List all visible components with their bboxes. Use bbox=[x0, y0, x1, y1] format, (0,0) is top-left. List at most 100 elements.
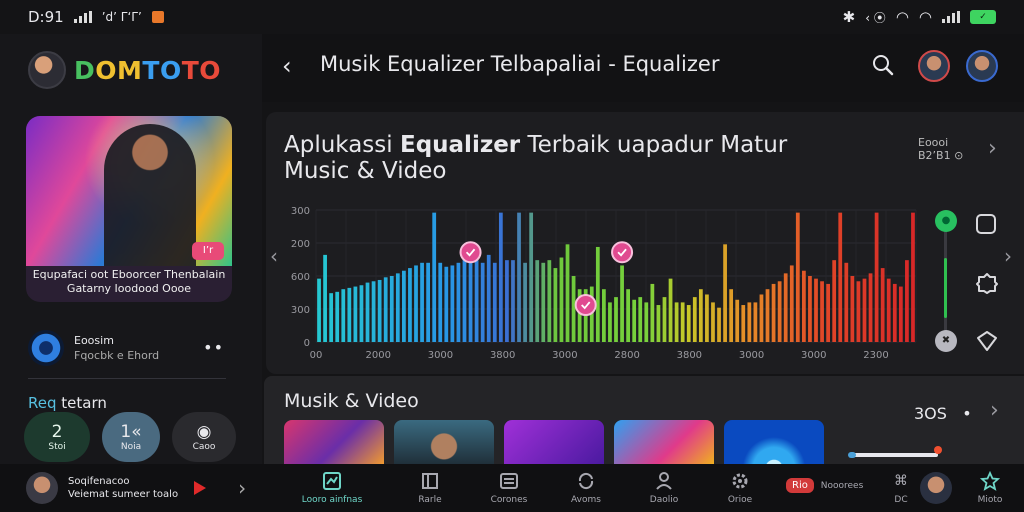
eq-bar bbox=[395, 273, 400, 342]
eq-bar bbox=[432, 212, 437, 342]
eq-bar bbox=[874, 212, 879, 342]
eq-bar bbox=[347, 287, 352, 342]
eq-bar bbox=[838, 212, 843, 342]
chevron-right-icon-3[interactable]: › bbox=[990, 398, 999, 423]
next-icon[interactable]: › bbox=[238, 476, 246, 500]
eq-bar bbox=[862, 278, 867, 342]
nav-item-daolio[interactable]: Daolio bbox=[624, 470, 704, 505]
track-subtitle: Fqocbk e Ehord bbox=[74, 349, 160, 362]
user-avatar-2[interactable] bbox=[966, 50, 998, 82]
featured-card[interactable]: I’r Equpafaci oot Eboorcer Thenbalain Ga… bbox=[26, 116, 232, 302]
eq-bar bbox=[662, 297, 667, 342]
eq-bar bbox=[844, 262, 849, 342]
x-tick-label: 2000 bbox=[365, 350, 390, 361]
back-arrow-icon[interactable]: ‹ bbox=[282, 54, 302, 78]
square-icon[interactable] bbox=[976, 214, 996, 234]
media-thumbnail[interactable] bbox=[724, 420, 824, 464]
brand-avatar bbox=[28, 51, 66, 89]
requests-label: Req tetarn bbox=[28, 394, 107, 412]
eq-bar bbox=[365, 282, 370, 342]
eq-bar bbox=[595, 246, 600, 342]
eq-bar bbox=[777, 281, 782, 342]
play-icon[interactable] bbox=[194, 481, 207, 495]
x-tick-label: 3800 bbox=[490, 350, 515, 361]
media-thumbnail[interactable] bbox=[614, 420, 714, 464]
side-stat: Eoooi B2’B1 ⊙ bbox=[918, 136, 964, 162]
eq-bar bbox=[698, 289, 703, 342]
eq-bar bbox=[541, 262, 546, 342]
status-right-glyphs: ‹ ⦿ bbox=[865, 10, 886, 25]
eq-bar bbox=[377, 279, 382, 342]
repeat-icon bbox=[578, 472, 594, 490]
x-tick-label: 2800 bbox=[614, 350, 639, 361]
eq-bar bbox=[389, 276, 394, 342]
status-glyphs: ’d’ Γ‘Γ’ bbox=[101, 10, 142, 24]
list-icon bbox=[500, 473, 518, 489]
eq-bar bbox=[741, 305, 746, 342]
stat-pill[interactable]: 1« Noia bbox=[102, 412, 160, 462]
slider-knob-top[interactable]: ● bbox=[935, 210, 957, 232]
bluetooth-icon: ✱ bbox=[842, 8, 856, 26]
chevron-right-icon-2[interactable]: › bbox=[1004, 244, 1012, 268]
nav-item-orioe[interactable]: Orioe bbox=[700, 470, 780, 505]
eq-bar bbox=[674, 302, 679, 342]
signal-icon bbox=[73, 11, 92, 23]
track-item[interactable]: Eoosim Fqocbk e Ehord •• bbox=[28, 330, 228, 366]
eq-bar bbox=[559, 257, 564, 342]
eq-bar bbox=[820, 281, 824, 342]
brand[interactable]: DOMTOTO bbox=[28, 51, 221, 89]
nav-item-home[interactable]: Looro ainfnas bbox=[292, 470, 372, 505]
slider-knob-bottom[interactable]: ✖ bbox=[935, 330, 957, 352]
eq-bar bbox=[680, 302, 685, 342]
settings-icon[interactable] bbox=[976, 272, 998, 294]
nav-item-rarle[interactable]: Rarle bbox=[390, 470, 470, 505]
eq-bar bbox=[408, 268, 412, 342]
now-playing-avatar bbox=[26, 472, 58, 504]
eq-bar bbox=[771, 283, 776, 342]
x-tick-label: 3000 bbox=[552, 350, 577, 361]
progress-slider-knob[interactable] bbox=[934, 446, 942, 454]
eq-bar bbox=[547, 260, 552, 342]
x-tick-label: 3000 bbox=[428, 350, 453, 361]
eq-bar bbox=[498, 212, 503, 342]
section-title: Musik & Video bbox=[284, 390, 419, 412]
eq-bar bbox=[723, 244, 727, 342]
eq-bar bbox=[905, 260, 909, 342]
nav-item-corones[interactable]: Corones bbox=[469, 470, 549, 505]
progress-slider[interactable] bbox=[850, 453, 938, 457]
media-thumbnail[interactable] bbox=[504, 420, 604, 464]
now-playing[interactable]: Soqifenacoo Veiemat sumeer toalo › bbox=[26, 472, 246, 504]
bottom-nav: Soqifenacoo Veiemat sumeer toalo › Looro… bbox=[0, 464, 1024, 512]
wifi-icon-2: ◠ bbox=[918, 8, 932, 26]
eq-bar bbox=[802, 270, 806, 342]
nav-item-mioto[interactable]: Mioto bbox=[950, 470, 1024, 505]
stat-pill[interactable]: 2 Stoi bbox=[24, 412, 90, 462]
user-avatar[interactable] bbox=[918, 50, 950, 82]
vertical-slider[interactable]: ● ✖ bbox=[935, 210, 957, 352]
media-thumbnail[interactable] bbox=[284, 420, 384, 464]
eq-bar bbox=[686, 305, 691, 342]
more-icon[interactable]: •• bbox=[203, 338, 224, 357]
status-bar: D:91 ’d’ Γ‘Γ’ ✱ ‹ ⦿ ◠ ◠ ✓ bbox=[0, 0, 1024, 34]
chevron-right-icon[interactable]: › bbox=[988, 136, 997, 161]
media-thumbnail[interactable] bbox=[394, 420, 494, 464]
panel-title: Aplukassi Equalizer Terbaik uapadur Matu… bbox=[284, 132, 788, 184]
featured-caption: Equpafaci oot Eboorcer Thenbalain Gatarn… bbox=[32, 268, 226, 295]
eq-bar bbox=[753, 302, 758, 342]
now-playing-subtitle: Veiemat sumeer toalo bbox=[68, 489, 179, 500]
stat-pill[interactable]: ◉ Caoo bbox=[172, 412, 236, 462]
x-tick-label: 3000 bbox=[801, 350, 826, 361]
search-icon[interactable] bbox=[872, 54, 894, 76]
eq-bar bbox=[868, 273, 873, 342]
eq-bar bbox=[614, 297, 618, 342]
media-section: Musik & Video 3OS • › bbox=[264, 376, 1024, 464]
shield-icon[interactable] bbox=[976, 330, 998, 352]
profile-avatar[interactable] bbox=[920, 472, 952, 504]
nav-item-avoms[interactable]: Avoms bbox=[546, 470, 626, 505]
eq-bar bbox=[517, 212, 521, 342]
eq-bar bbox=[892, 283, 897, 342]
y-tick-label: 300 bbox=[291, 305, 310, 316]
equalizer-chart[interactable]: 300200600300000 2000 3000 3800 3000 2800 3800 3… bbox=[266, 196, 926, 364]
featured-badge[interactable]: I’r bbox=[192, 242, 224, 260]
stat-pills: 2 Stoi 1« Noia ◉ Caoo bbox=[24, 412, 236, 462]
